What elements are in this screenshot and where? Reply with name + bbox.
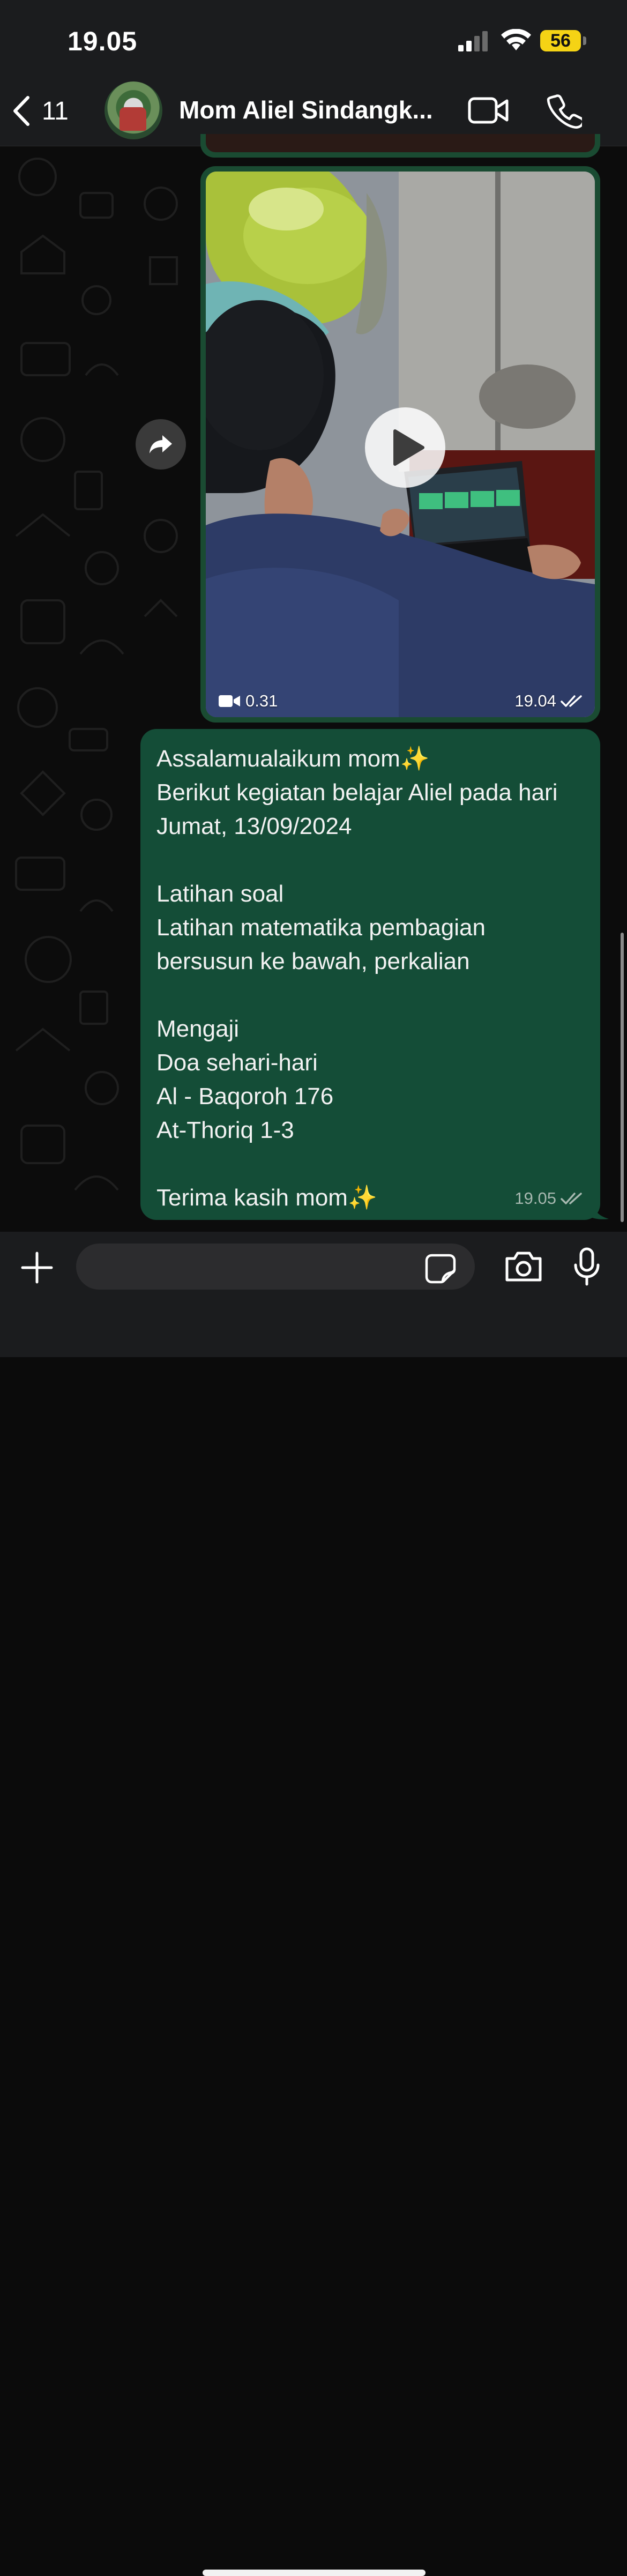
- microphone-icon[interactable]: [573, 1247, 600, 1286]
- battery-nub: [583, 36, 586, 45]
- plus-icon[interactable]: [19, 1250, 55, 1285]
- previous-message-bubble[interactable]: [200, 134, 600, 158]
- camera-icon[interactable]: [504, 1250, 543, 1283]
- battery-level: 56: [540, 30, 581, 51]
- bubble-tail: [589, 1195, 609, 1219]
- status-time: 19.05: [68, 26, 138, 56]
- video-time-text: 19.04: [514, 691, 556, 710]
- status-bar: 19.05 56: [0, 0, 627, 75]
- video-thumbnail[interactable]: 0.31 19.04: [206, 172, 595, 717]
- cellular-signal-icon: [458, 31, 488, 51]
- scroll-indicator[interactable]: [621, 933, 624, 1222]
- unread-count: 11: [42, 96, 69, 125]
- contact-name[interactable]: Mom Aliel Sindangk...: [179, 95, 447, 124]
- wifi-icon: [501, 29, 531, 50]
- double-check-read-icon: [561, 695, 582, 707]
- forward-arrow-icon: [150, 435, 172, 453]
- avatar-figure: [120, 107, 146, 131]
- previous-media-edge: [206, 134, 595, 152]
- contact-avatar[interactable]: [104, 81, 162, 139]
- video-duration: 0.31: [219, 691, 278, 711]
- chevron-left-icon: [13, 96, 29, 126]
- video-camera-icon: [219, 695, 240, 707]
- video-message-bubble[interactable]: 0.31 19.04: [200, 166, 600, 723]
- back-button[interactable]: 11: [12, 92, 69, 130]
- video-timestamp: 19.04: [514, 691, 584, 711]
- home-indicator: [203, 2570, 426, 2576]
- message-time-text: 19.05: [514, 1189, 556, 1208]
- text-message-bubble[interactable]: Assalamualaikum mom✨ Berikut kegiatan be…: [140, 729, 600, 1220]
- double-check-delivered-icon: [561, 1193, 582, 1204]
- message-body: Assalamualaikum mom✨ Berikut kegiatan be…: [156, 746, 558, 1211]
- play-button[interactable]: [365, 407, 445, 488]
- video-duration-text: 0.31: [245, 691, 278, 710]
- sticker-icon[interactable]: [424, 1253, 457, 1284]
- forward-button[interactable]: [136, 419, 186, 470]
- play-icon: [393, 429, 424, 466]
- message-input-bar: [0, 1232, 627, 2576]
- message-input[interactable]: [76, 1244, 475, 1290]
- phone-call-icon[interactable]: [547, 93, 582, 129]
- video-call-icon[interactable]: [467, 95, 510, 125]
- message-timestamp: 19.05: [514, 1189, 584, 1208]
